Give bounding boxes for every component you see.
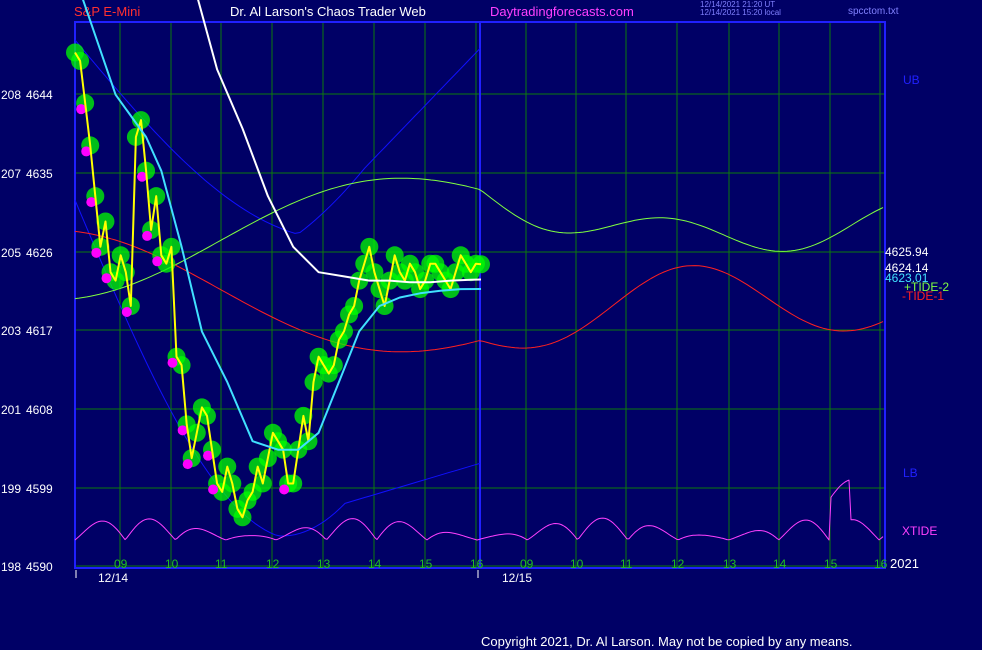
extreme-dot xyxy=(142,230,153,241)
y-tick-label-price: 4635 xyxy=(26,167,53,181)
x-tick-label-hour: 09 xyxy=(114,557,128,571)
lower-band-line xyxy=(74,199,481,537)
lower-band-label: LB xyxy=(903,466,918,480)
upper-band-label: UB xyxy=(903,73,920,87)
year-label: 2021 xyxy=(890,556,919,571)
extreme-dot xyxy=(91,247,102,258)
x-tick-label-hour: 13 xyxy=(317,557,331,571)
extreme-dot xyxy=(279,484,290,495)
x-tick-label-hour: 11 xyxy=(620,557,633,571)
value-label: 4625.94 xyxy=(885,245,929,259)
x-tick-label-hour: 10 xyxy=(570,557,584,571)
y-tick-label-cycle: 199 xyxy=(1,482,21,496)
y-tick-label-price: 4644 xyxy=(26,88,53,102)
y-tick-label-cycle: 203 xyxy=(1,324,21,338)
series-average_white xyxy=(197,0,482,284)
x-tick-label-hour: 09 xyxy=(520,557,534,571)
chart-page: S&P E-Mini Dr. Al Larson's Chaos Trader … xyxy=(0,0,982,650)
x-tick-label-hour: 16 xyxy=(470,557,484,571)
x-tick-label-hour: 12 xyxy=(266,557,280,571)
tide-minus-label: -TIDE-1 xyxy=(902,289,944,303)
y-tick-label-price: 4599 xyxy=(26,482,53,496)
extreme-dot xyxy=(182,459,193,470)
y-tick-label-cycle: 201 xyxy=(1,403,21,417)
x-tick-label-hour: 14 xyxy=(773,557,787,571)
x-tick-label-hour: 16 xyxy=(874,557,888,571)
extreme-dot xyxy=(121,307,132,317)
y-tick-label-price: 4617 xyxy=(26,324,53,338)
x-date-label: 12/14 xyxy=(98,571,128,585)
y-tick-label-cycle: 205 xyxy=(1,246,21,260)
x-tick-label-hour: 13 xyxy=(723,557,737,571)
y-tick-label-cycle: 208 xyxy=(1,88,21,102)
x-tick-label-hour: 15 xyxy=(824,557,838,571)
y-tick-label-price: 4590 xyxy=(26,560,53,574)
x-tick-label-hour: 14 xyxy=(368,557,382,571)
extreme-dot xyxy=(208,484,219,495)
chart-labels: 4625.944624.144623.01UBLB+TIDE-2-TIDE-1X… xyxy=(885,73,949,538)
x-tick-label-hour: 15 xyxy=(419,557,433,571)
series-average_cyan xyxy=(82,0,482,451)
xtide-label: XTIDE xyxy=(902,524,937,538)
forecast-curves xyxy=(66,0,884,541)
copyright-notice: Copyright 2021, Dr. Al Larson. May not b… xyxy=(481,634,853,649)
x-tick-label-hour: 11 xyxy=(215,557,228,571)
chart-axes: 198 4590 199 4599 201 4608 203 4617 205 4626 207 46… xyxy=(1,88,919,585)
x-tick-label-hour: 10 xyxy=(165,557,179,571)
y-tick-label-price: 4608 xyxy=(26,403,53,417)
extreme-dot xyxy=(152,256,163,267)
extreme-dot xyxy=(167,357,178,368)
chaos-chart: 198 4590 199 4599 201 4608 203 4617 205 4626 207 46… xyxy=(1,0,949,585)
y-tick-label-cycle: 207 xyxy=(1,167,21,181)
y-tick-label-price: 4626 xyxy=(26,246,53,260)
x-tick-label-hour: 12 xyxy=(671,557,685,571)
y-tick-label-cycle: 198 xyxy=(1,560,21,574)
x-date-label: 12/15 xyxy=(502,571,532,585)
extreme-dot xyxy=(101,273,112,284)
